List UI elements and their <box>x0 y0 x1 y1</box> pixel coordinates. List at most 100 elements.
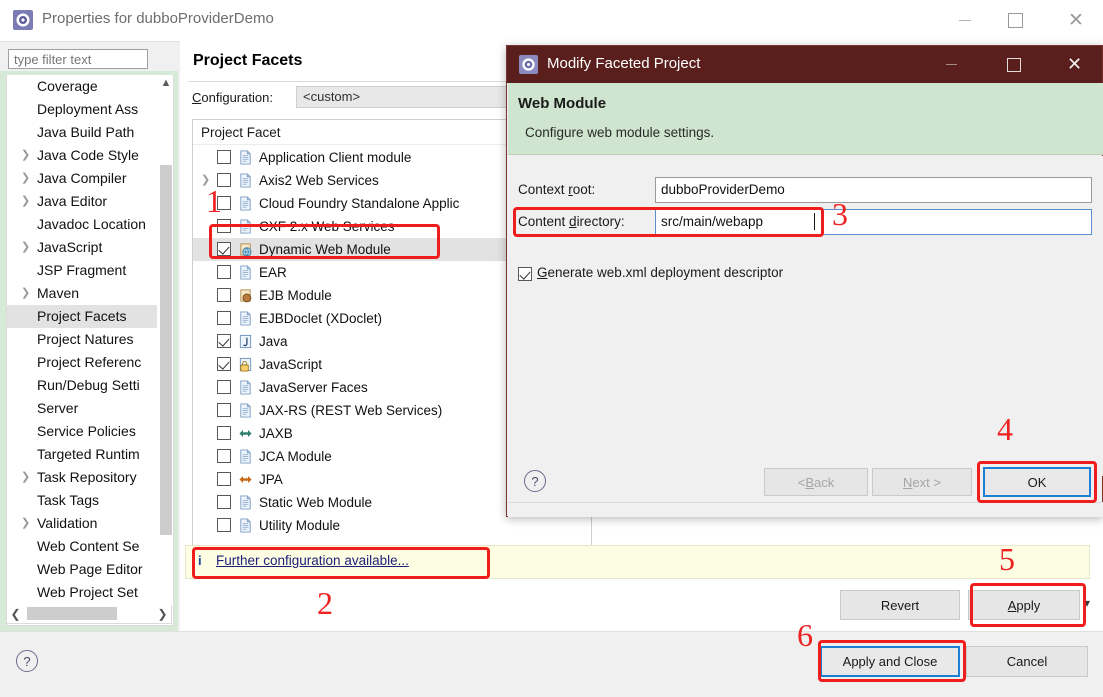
maximize-icon[interactable] <box>992 0 1038 41</box>
modify-faceted-project-dialog: Modify Faceted Project ✕ Web Module Conf… <box>506 45 1103 517</box>
facet-checkbox[interactable] <box>217 219 231 233</box>
facet-checkbox[interactable] <box>217 334 231 348</box>
jpa-icon <box>239 476 252 483</box>
sidebar-item-project-natures[interactable]: Project Natures <box>7 328 157 351</box>
search-input[interactable] <box>8 49 148 69</box>
facet-label: Utility Module <box>259 518 341 533</box>
sidebar-item-javascript[interactable]: ❯ JavaScript <box>7 236 157 259</box>
facet-checkbox[interactable] <box>217 288 231 302</box>
annotation-number-2: 2 <box>317 585 333 621</box>
dialog-header-subtitle: Configure web module settings. <box>525 125 715 140</box>
facet-checkbox[interactable] <box>217 311 231 325</box>
tree-horizontal-scrollbar[interactable]: ❮ ❯ <box>6 605 172 624</box>
settings-tree[interactable]: Coverage Deployment Ass Java Build Path ❯ Ja… <box>6 75 174 626</box>
facet-checkbox[interactable] <box>217 426 231 440</box>
minimize-icon[interactable] <box>929 46 974 83</box>
apply-button[interactable]: Apply <box>968 590 1080 620</box>
dialog-title: Modify Faceted Project <box>547 55 701 72</box>
facet-checkbox[interactable] <box>217 150 231 164</box>
sidebar-item-maven[interactable]: ❯ Maven <box>7 282 157 305</box>
sidebar-item-coverage[interactable]: Coverage <box>7 75 157 98</box>
sidebar-item-task-tags[interactable]: Task Tags <box>7 489 157 512</box>
chevron-right-icon[interactable]: ❯ <box>21 144 30 167</box>
sidebar-item-label: Deployment Ass <box>37 101 139 117</box>
tree-vertical-scrollbar[interactable]: ▲ ▼ <box>159 75 173 623</box>
next-button[interactable]: Next > <box>872 468 972 496</box>
sidebar-item-targeted-runtim[interactable]: Targeted Runtim <box>7 443 157 466</box>
ok-button[interactable]: OK <box>983 467 1091 497</box>
facet-checkbox[interactable] <box>217 242 231 256</box>
sidebar-item-label: JSP Fragment <box>37 262 127 278</box>
sidebar-item-java-compiler[interactable]: ❯ Java Compiler <box>7 167 157 190</box>
revert-button[interactable]: Revert <box>840 590 960 620</box>
facet-label: EJBDoclet (XDoclet) <box>259 311 383 326</box>
close-icon[interactable]: ✕ <box>1052 46 1097 83</box>
facet-label: JavaServer Faces <box>259 380 368 395</box>
back-button[interactable]: < Back <box>764 468 868 496</box>
maximize-icon[interactable] <box>991 46 1036 83</box>
sidebar-item-jsp-fragment[interactable]: JSP Fragment <box>7 259 157 282</box>
sidebar-item-label: Java Editor <box>37 193 108 209</box>
scroll-up-icon[interactable]: ▲ <box>159 75 173 91</box>
sidebar-item-validation[interactable]: ❯ Validation <box>7 512 157 535</box>
sidebar-item-web-content-se[interactable]: Web Content Se <box>7 535 157 558</box>
chevron-down-icon[interactable]: ▾ <box>1084 596 1090 610</box>
sidebar-item-label: Task Tags <box>37 492 99 508</box>
sidebar-item-task-repository[interactable]: ❯ Task Repository <box>7 466 157 489</box>
facet-checkbox[interactable] <box>217 380 231 394</box>
sidebar-item-java-editor[interactable]: ❯ Java Editor <box>7 190 157 213</box>
cancel-button[interactable]: Cancel <box>966 646 1088 677</box>
further-configuration-link[interactable]: Further configuration available... <box>216 553 409 568</box>
dialog-help-icon[interactable]: ? <box>524 470 546 492</box>
facet-checkbox[interactable] <box>217 449 231 463</box>
facet-checkbox[interactable] <box>217 472 231 486</box>
facet-label: JavaScript <box>259 357 323 372</box>
facet-checkbox[interactable] <box>217 265 231 279</box>
sidebar-item-label: Server <box>37 400 79 416</box>
facet-checkbox[interactable] <box>217 357 231 371</box>
facet-checkbox[interactable] <box>217 518 231 532</box>
sidebar-item-web-page-editor[interactable]: Web Page Editor <box>7 558 157 581</box>
document-icon <box>240 403 251 418</box>
context-root-field[interactable]: dubboProviderDemo <box>655 177 1092 203</box>
apply-and-close-button[interactable]: Apply and Close <box>820 646 960 677</box>
close-icon[interactable]: ✕ <box>1053 0 1099 41</box>
scroll-thumb-horizontal[interactable] <box>27 607 117 620</box>
facet-label: JCA Module <box>259 449 332 464</box>
page-title: Project Facets <box>193 52 303 69</box>
facet-label: JAXB <box>259 426 293 441</box>
chevron-right-icon[interactable]: ❯ <box>21 190 30 213</box>
annotation-number-4: 4 <box>997 411 1013 447</box>
generate-webxml-checkbox[interactable] <box>518 267 532 281</box>
chevron-right-icon[interactable]: ❯ <box>21 236 30 259</box>
facet-row[interactable]: Utility Module <box>193 514 591 537</box>
sidebar-item-label: Targeted Runtim <box>37 446 140 462</box>
sidebar-item-javadoc-location[interactable]: Javadoc Location <box>7 213 157 236</box>
scroll-right-icon[interactable]: ❯ <box>154 605 171 622</box>
chevron-right-icon[interactable]: ❯ <box>21 282 30 305</box>
sidebar-item-service-policies[interactable]: Service Policies <box>7 420 157 443</box>
facet-label: CXF 2.x Web Services <box>259 219 395 234</box>
sidebar-item-web-project-set[interactable]: Web Project Set <box>7 581 157 604</box>
sidebar-item-run-debug-setti[interactable]: Run/Debug Setti <box>7 374 157 397</box>
sidebar-item-java-build-path[interactable]: Java Build Path <box>7 121 157 144</box>
content-directory-field[interactable]: src/main/webapp <box>655 209 1092 235</box>
facet-checkbox[interactable] <box>217 495 231 509</box>
sidebar-item-deployment-ass[interactable]: Deployment Ass <box>7 98 157 121</box>
facet-label: Cloud Foundry Standalone Applic <box>259 196 460 211</box>
chevron-right-icon[interactable]: ❯ <box>21 512 30 535</box>
help-icon[interactable]: ? <box>16 650 38 672</box>
sidebar-item-label: Task Repository <box>37 469 137 485</box>
sidebar-item-project-facets[interactable]: Project Facets <box>7 305 157 328</box>
sidebar-item-project-referenc[interactable]: Project Referenc <box>7 351 157 374</box>
scroll-left-icon[interactable]: ❮ <box>7 605 24 622</box>
sidebar-item-server[interactable]: Server <box>7 397 157 420</box>
sidebar-item-java-code-style[interactable]: ❯ Java Code Style <box>7 144 157 167</box>
chevron-right-icon[interactable]: ❯ <box>21 466 30 489</box>
ejb-icon <box>240 289 252 303</box>
scroll-thumb[interactable] <box>160 165 172 535</box>
chevron-right-icon[interactable]: ❯ <box>21 167 30 190</box>
document-icon <box>240 518 251 533</box>
facet-checkbox[interactable] <box>217 403 231 417</box>
minimize-icon[interactable] <box>942 0 988 41</box>
